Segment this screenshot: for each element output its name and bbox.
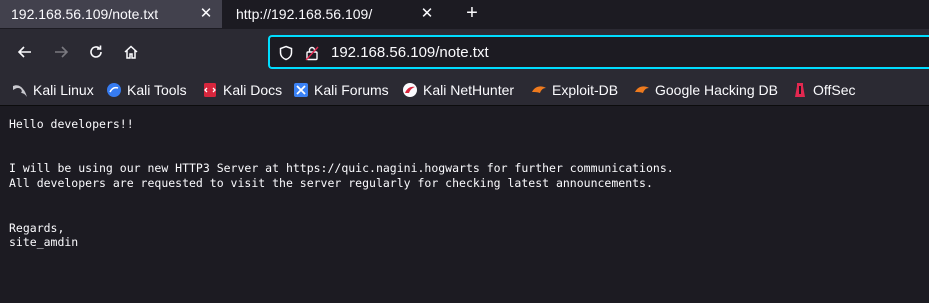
arrow-right-icon[interactable] [50,41,72,63]
close-icon[interactable]: ✕ [198,6,214,22]
tab-note-txt[interactable]: 192.168.56.109/note.txt ✕ [0,0,222,28]
close-icon[interactable]: ✕ [419,6,435,22]
bookmark-kali-tools[interactable]: Kali Tools [106,80,187,100]
arrow-left-icon[interactable] [14,41,36,63]
bookmark-google-hacking-db[interactable]: Google Hacking DB [634,80,778,100]
tab-strip: 192.168.56.109/note.txt ✕ http://192.168… [0,0,929,29]
bookmarks-toolbar: Kali Linux Kali Tools Kali Docs Kali For… [0,75,929,106]
bookmark-kali-linux[interactable]: Kali Linux [12,80,94,100]
ghdb-icon [634,82,650,98]
nav-toolbar: 192.168.56.109/note.txt [0,29,929,75]
new-tab-plus-icon[interactable]: + [462,3,482,23]
bookmark-label: Kali Tools [127,82,187,98]
kali-dragon-icon [12,82,28,98]
reload-icon[interactable] [85,41,107,63]
url-text[interactable]: 192.168.56.109/note.txt [331,44,489,61]
url-bar[interactable]: 192.168.56.109/note.txt [268,35,929,69]
bookmark-label: Kali Docs [223,82,283,98]
shield-icon[interactable] [278,45,294,61]
kali-forums-icon [293,82,309,98]
exploit-db-icon [531,82,547,98]
page-content: Hello developers!! I will be using our n… [0,106,929,303]
kali-docs-icon [202,82,218,98]
bookmark-label: Kali NetHunter [423,82,515,98]
home-icon[interactable] [120,41,142,63]
bookmark-offsec[interactable]: OffSec [792,80,856,100]
bookmark-kali-forums[interactable]: Kali Forums [293,80,389,100]
kali-tools-icon [106,82,122,98]
bookmark-label: Kali Forums [314,82,389,98]
lock-insecure-icon[interactable] [304,45,320,61]
bookmark-label: Kali Linux [33,82,94,98]
bookmark-label: Exploit-DB [552,82,619,98]
bookmark-label: Google Hacking DB [655,82,778,98]
tab-title: 192.168.56.109/note.txt [11,6,159,22]
bookmark-kali-docs[interactable]: Kali Docs [202,80,282,100]
nethunter-icon [402,82,418,98]
tab-title: http://192.168.56.109/ [236,6,373,22]
tab-http-root[interactable]: http://192.168.56.109/ ✕ [225,0,443,28]
bookmark-label: OffSec [813,82,856,98]
plain-text-document: Hello developers!! I will be using our n… [9,117,674,250]
offsec-icon [792,82,808,98]
bookmark-exploit-db[interactable]: Exploit-DB [531,80,618,100]
bookmark-kali-nethunter[interactable]: Kali NetHunter [402,80,514,100]
